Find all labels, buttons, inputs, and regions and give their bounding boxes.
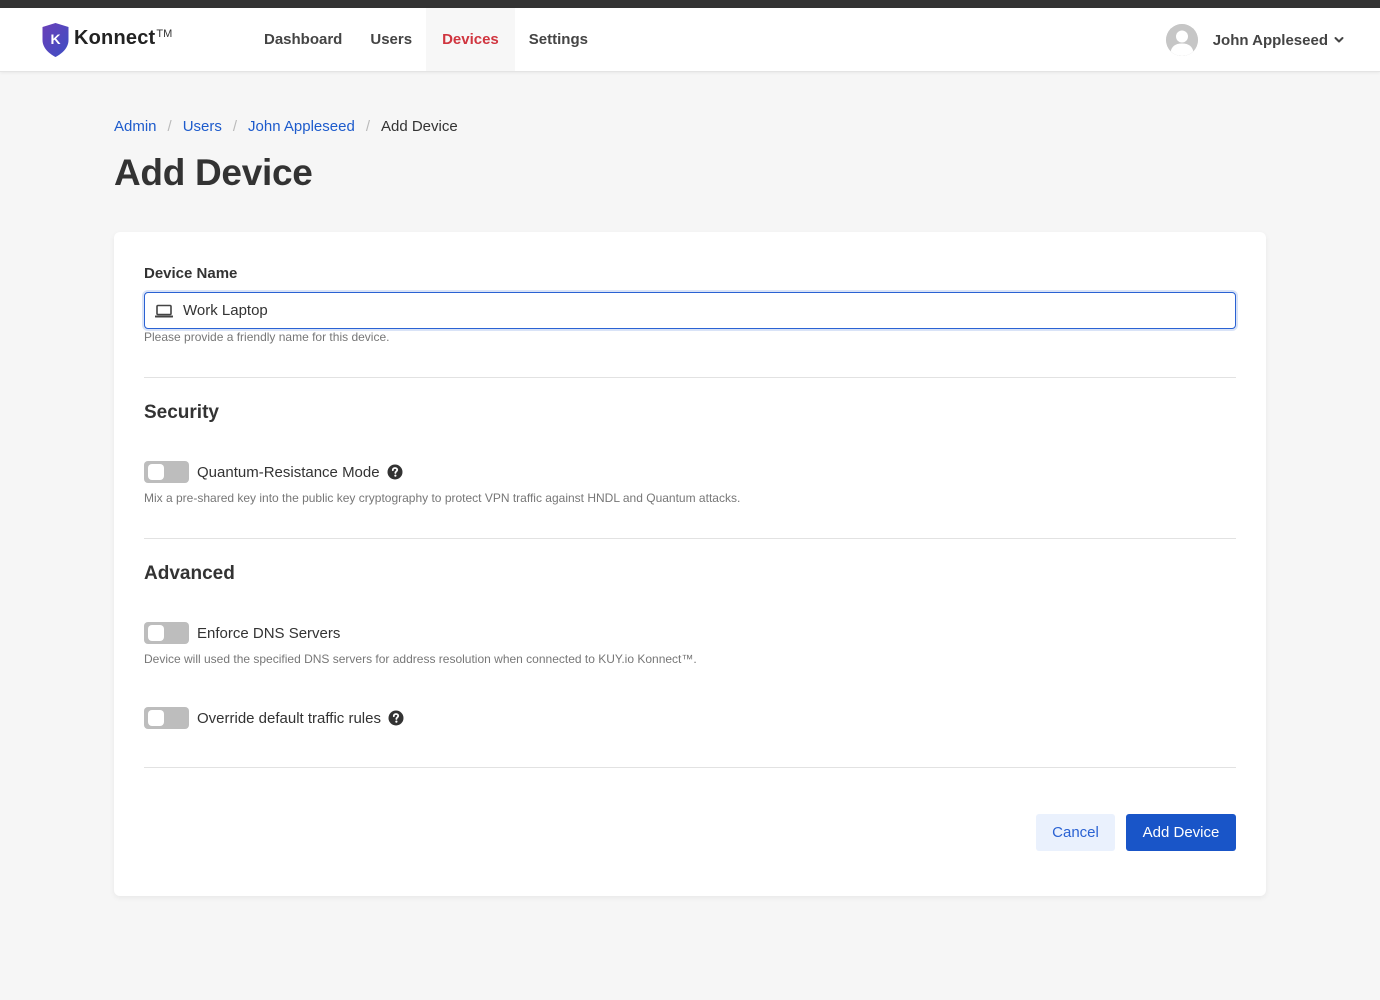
cancel-button[interactable]: Cancel	[1036, 814, 1115, 851]
breadcrumb-current: Add Device	[380, 118, 458, 135]
nav-dashboard[interactable]: Dashboard	[250, 8, 356, 71]
logo-letter: K	[50, 31, 60, 47]
override-traffic-toggle[interactable]	[144, 707, 189, 729]
laptop-icon	[155, 304, 173, 317]
breadcrumb-separator: /	[167, 118, 172, 135]
section-title-advanced: Advanced	[144, 563, 235, 584]
quantum-resistance-row: Quantum-Resistance Mode	[144, 460, 403, 484]
device-name-label: Device Name	[144, 265, 238, 282]
page-title: Add Device	[114, 152, 313, 193]
top-strip	[0, 0, 1380, 8]
add-device-button[interactable]: Add Device	[1126, 814, 1236, 851]
shield-logo-icon: K	[42, 23, 69, 57]
breadcrumb-users[interactable]: Users	[183, 118, 222, 135]
main-nav: Dashboard Users Devices Settings	[250, 8, 602, 71]
toggle-knob	[148, 710, 164, 726]
user-menu[interactable]: John Appleseed	[1165, 22, 1344, 58]
override-traffic-label: Override default traffic rules	[197, 709, 381, 727]
breadcrumb-separator: /	[232, 118, 238, 135]
toggle-knob	[148, 625, 164, 641]
nav-devices[interactable]: Devices	[426, 8, 515, 71]
breadcrumb: Admin / Users / John Appleseed / Add Dev…	[114, 118, 458, 135]
chevron-down-icon	[1334, 37, 1344, 43]
section-title-security: Security	[144, 402, 219, 423]
brand-name: Konnect	[74, 27, 156, 49]
quantum-resistance-toggle[interactable]	[144, 461, 189, 483]
user-avatar-icon	[1165, 24, 1198, 56]
nav-users[interactable]: Users	[356, 8, 426, 71]
question-circle-icon[interactable]	[388, 710, 404, 726]
question-circle-icon[interactable]	[387, 464, 403, 480]
enforce-dns-row: Enforce DNS Servers	[144, 621, 340, 645]
enforce-dns-toggle[interactable]	[144, 622, 189, 644]
device-name-input[interactable]	[183, 302, 1223, 319]
override-traffic-row: Override default traffic rules	[144, 706, 404, 730]
add-device-form: Device Name Please provide a friendly na…	[114, 232, 1266, 896]
section-divider	[144, 377, 1236, 378]
breadcrumb-separator: /	[365, 118, 370, 135]
enforce-dns-label: Enforce DNS Servers	[197, 624, 341, 642]
brand-logo[interactable]: K Konnect TM	[41, 22, 172, 58]
device-name-help: Please provide a friendly name for this …	[144, 330, 390, 344]
breadcrumb-admin[interactable]: Admin	[114, 118, 157, 135]
user-name: John Appleseed	[1212, 31, 1328, 49]
nav-settings[interactable]: Settings	[515, 8, 602, 71]
toggle-knob	[148, 464, 164, 480]
quantum-resistance-label: Quantum-Resistance Mode	[197, 463, 380, 481]
enforce-dns-help: Device will used the specified DNS serve…	[144, 652, 697, 666]
section-divider	[144, 538, 1236, 539]
breadcrumb-user[interactable]: John Appleseed	[248, 118, 355, 135]
section-divider	[144, 767, 1236, 768]
quantum-resistance-help: Mix a pre-shared key into the public key…	[144, 491, 741, 505]
device-name-field[interactable]	[144, 292, 1236, 329]
navbar: K Konnect TM Dashboard Users Devices Set…	[0, 8, 1380, 72]
brand-trademark: TM	[156, 28, 173, 40]
